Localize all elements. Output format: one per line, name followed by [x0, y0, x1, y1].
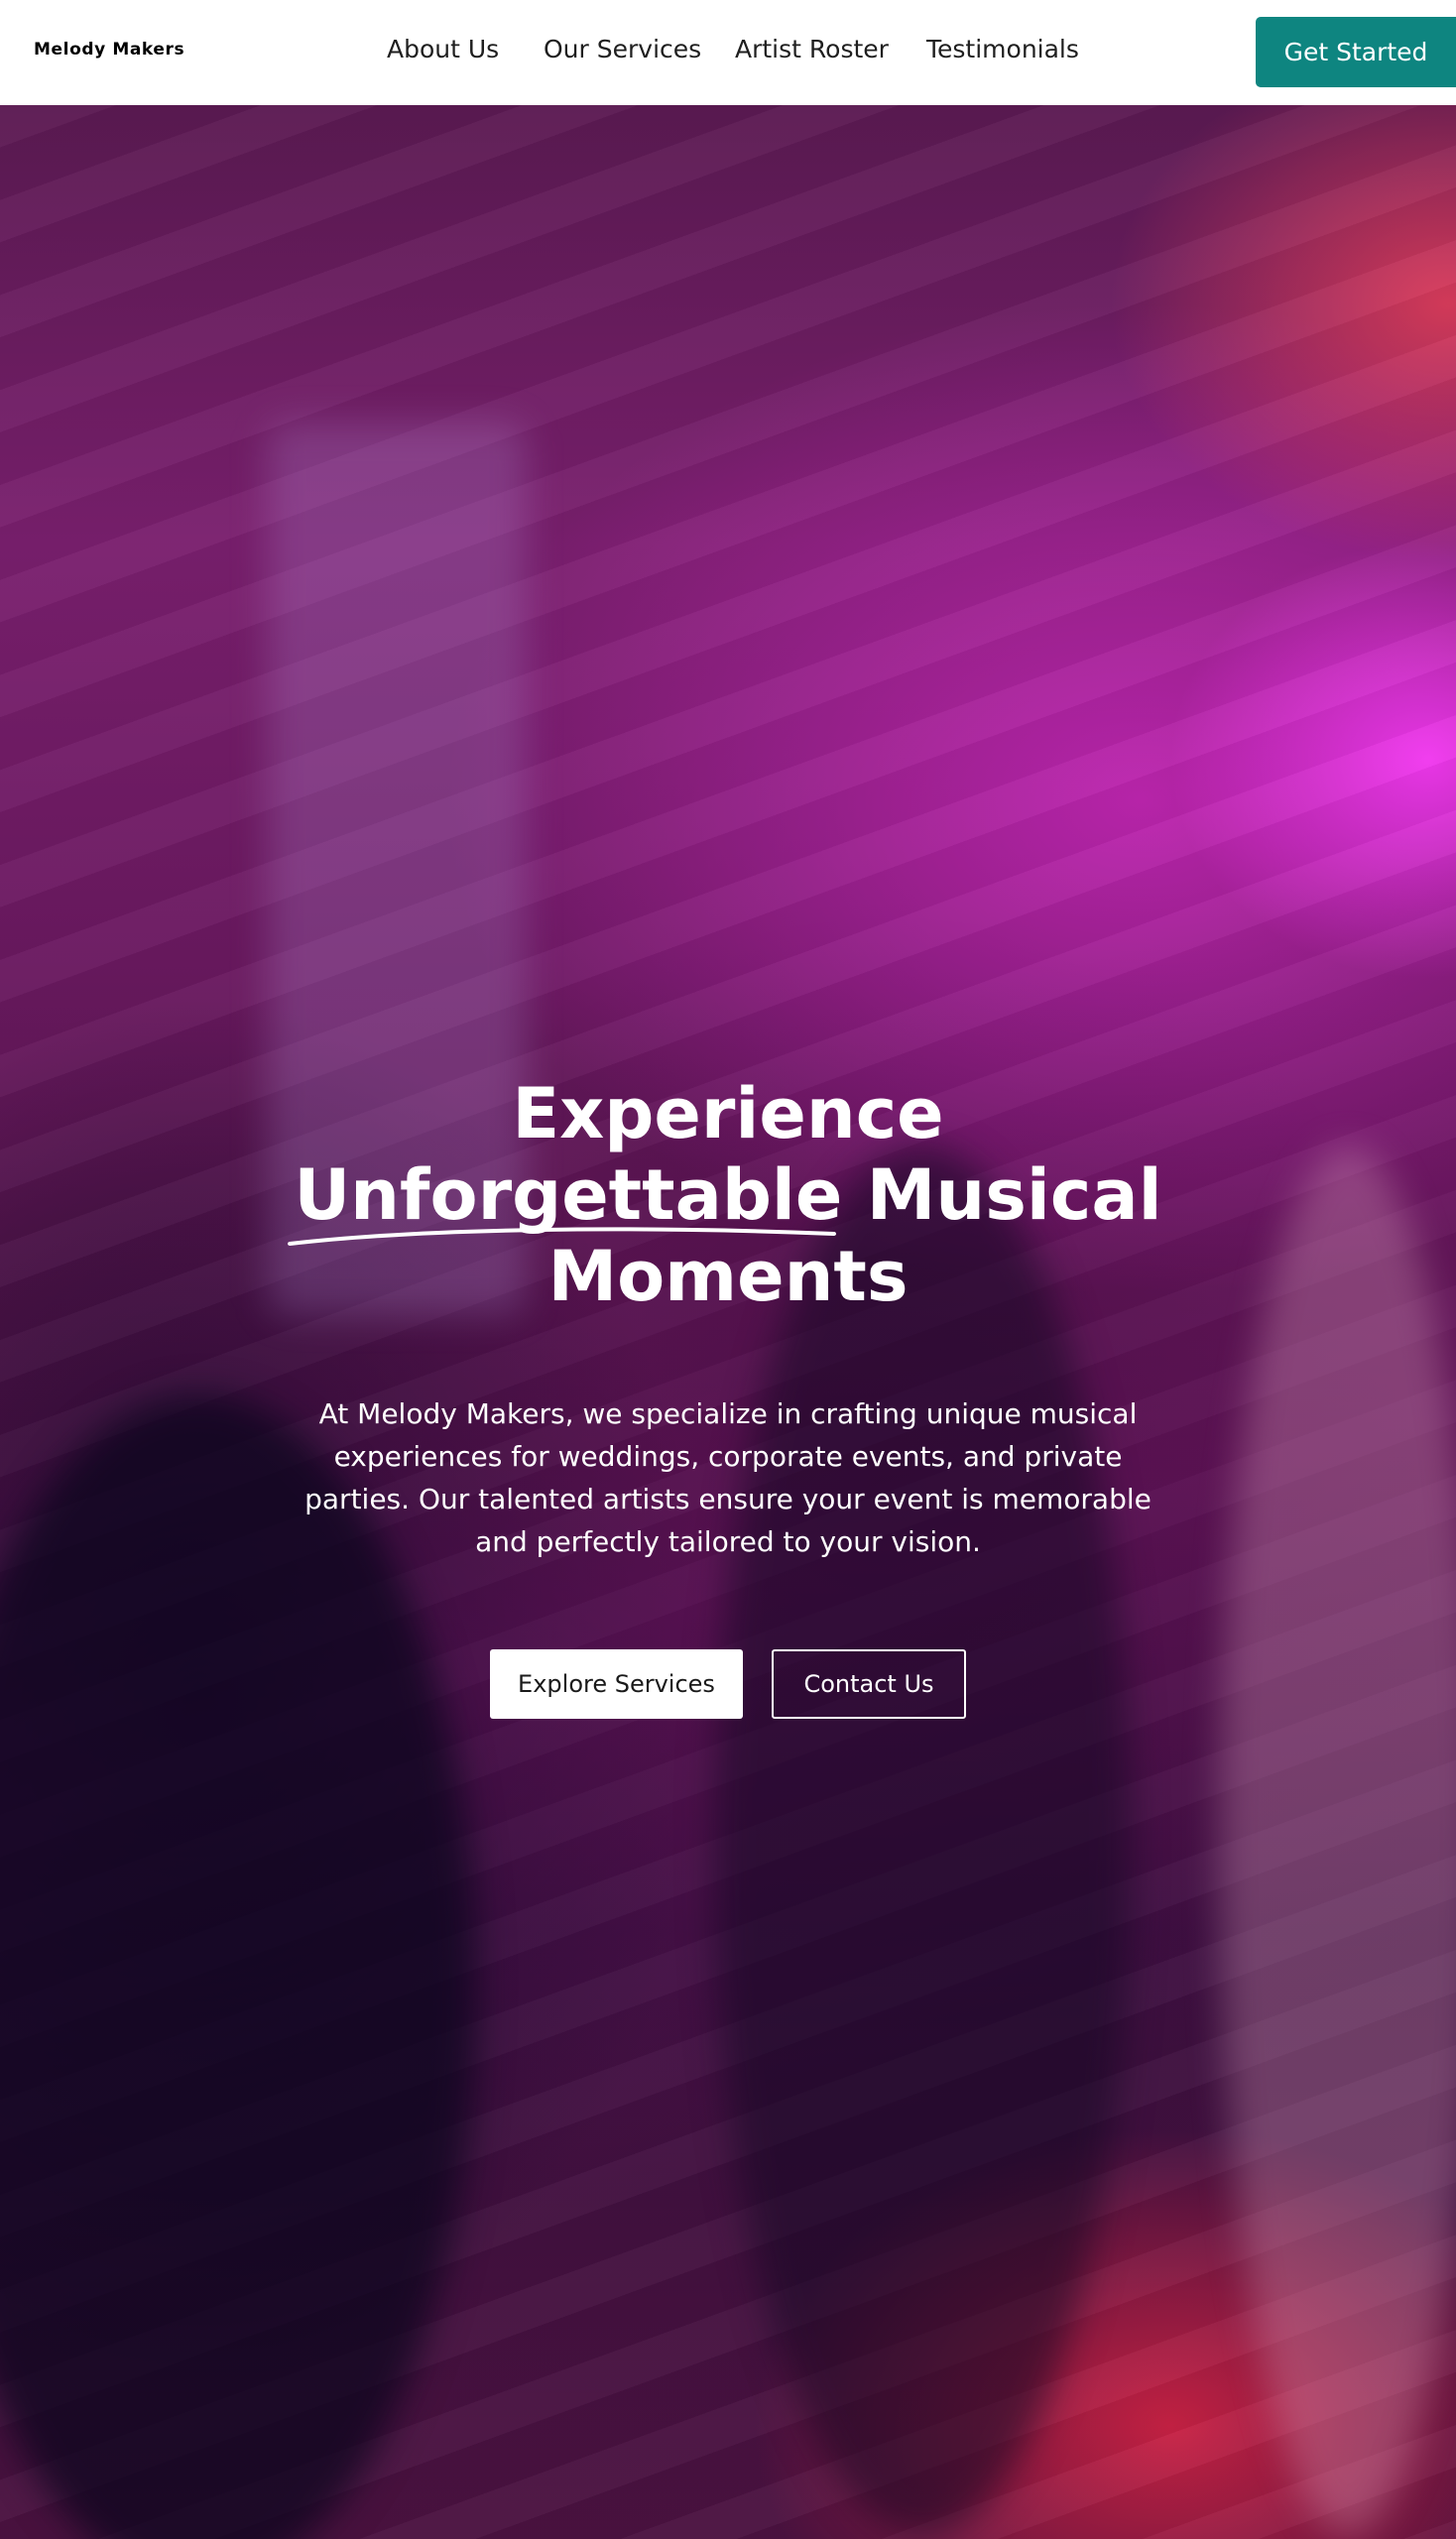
crowd-silhouette	[714, 1147, 1131, 2535]
nav-testimonials[interactable]: Testimonials	[926, 35, 1079, 63]
hero-title: Experience Unforgettable Musical Moments	[232, 1073, 1224, 1317]
nav-about-us[interactable]: About Us	[387, 35, 499, 63]
nav-artist-roster[interactable]: Artist Roster	[735, 35, 889, 63]
hero-title-line2-rest: Musical	[842, 1154, 1162, 1236]
brand-logo[interactable]: Melody Makers	[34, 40, 184, 60]
hero-description: At Melody Makers, we specialize in craft…	[304, 1397, 1152, 1558]
brush-underline-icon	[288, 1227, 837, 1246]
hero-title-highlight: Unforgettable	[288, 1154, 842, 1246]
hero-title-line1: Experience	[512, 1073, 944, 1154]
contact-us-button[interactable]: Contact Us	[772, 1649, 966, 1719]
site-header: Melody Makers About Us Our Services Arti…	[0, 0, 1456, 105]
hero-section: Experience Unforgettable Musical Moments…	[0, 105, 1456, 2539]
get-started-button[interactable]: Get Started	[1256, 17, 1456, 87]
explore-services-button[interactable]: Explore Services	[490, 1649, 743, 1719]
nav-our-services[interactable]: Our Services	[544, 35, 701, 63]
